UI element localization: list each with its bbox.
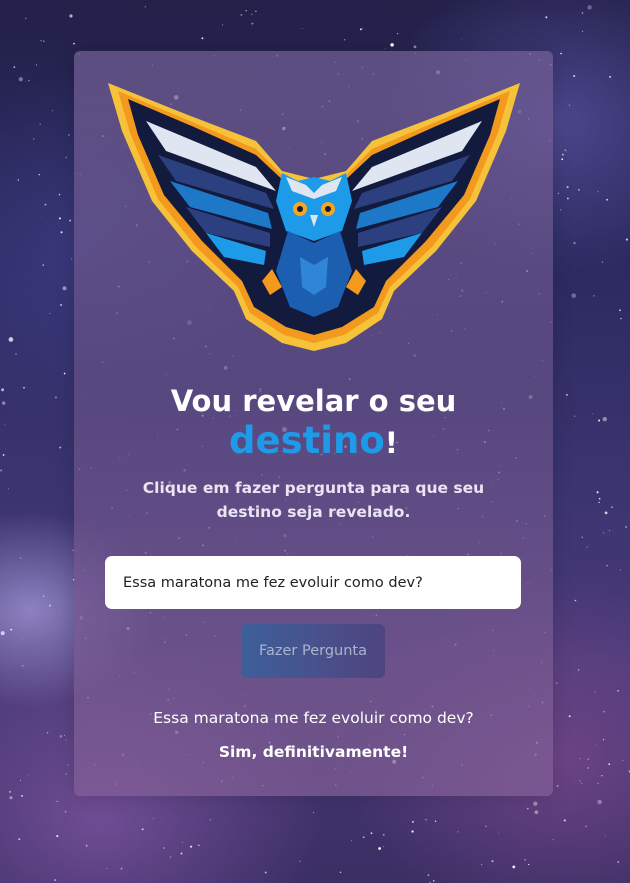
title-suffix: ! — [384, 426, 398, 460]
ask-question-button[interactable]: Fazer Pergunta — [241, 624, 385, 678]
title-accent-word: destino — [229, 419, 385, 462]
answer-text: Sim, definitivamente! — [218, 743, 409, 761]
page-title: Vou revelar o seu destino! — [74, 381, 553, 463]
page-subtitle: Clique em fazer pergunta para que seu de… — [142, 479, 485, 521]
asked-question-text: Essa maratona me fez evoluir como dev? — [153, 709, 474, 727]
question-input[interactable] — [105, 556, 521, 609]
title-line-2: destino! — [74, 421, 553, 463]
owl-logo-icon — [108, 83, 520, 351]
title-line-1: Vou revelar o seu — [170, 384, 457, 418]
oracle-card: Vou revelar o seu destino! Clique em faz… — [74, 51, 553, 796]
